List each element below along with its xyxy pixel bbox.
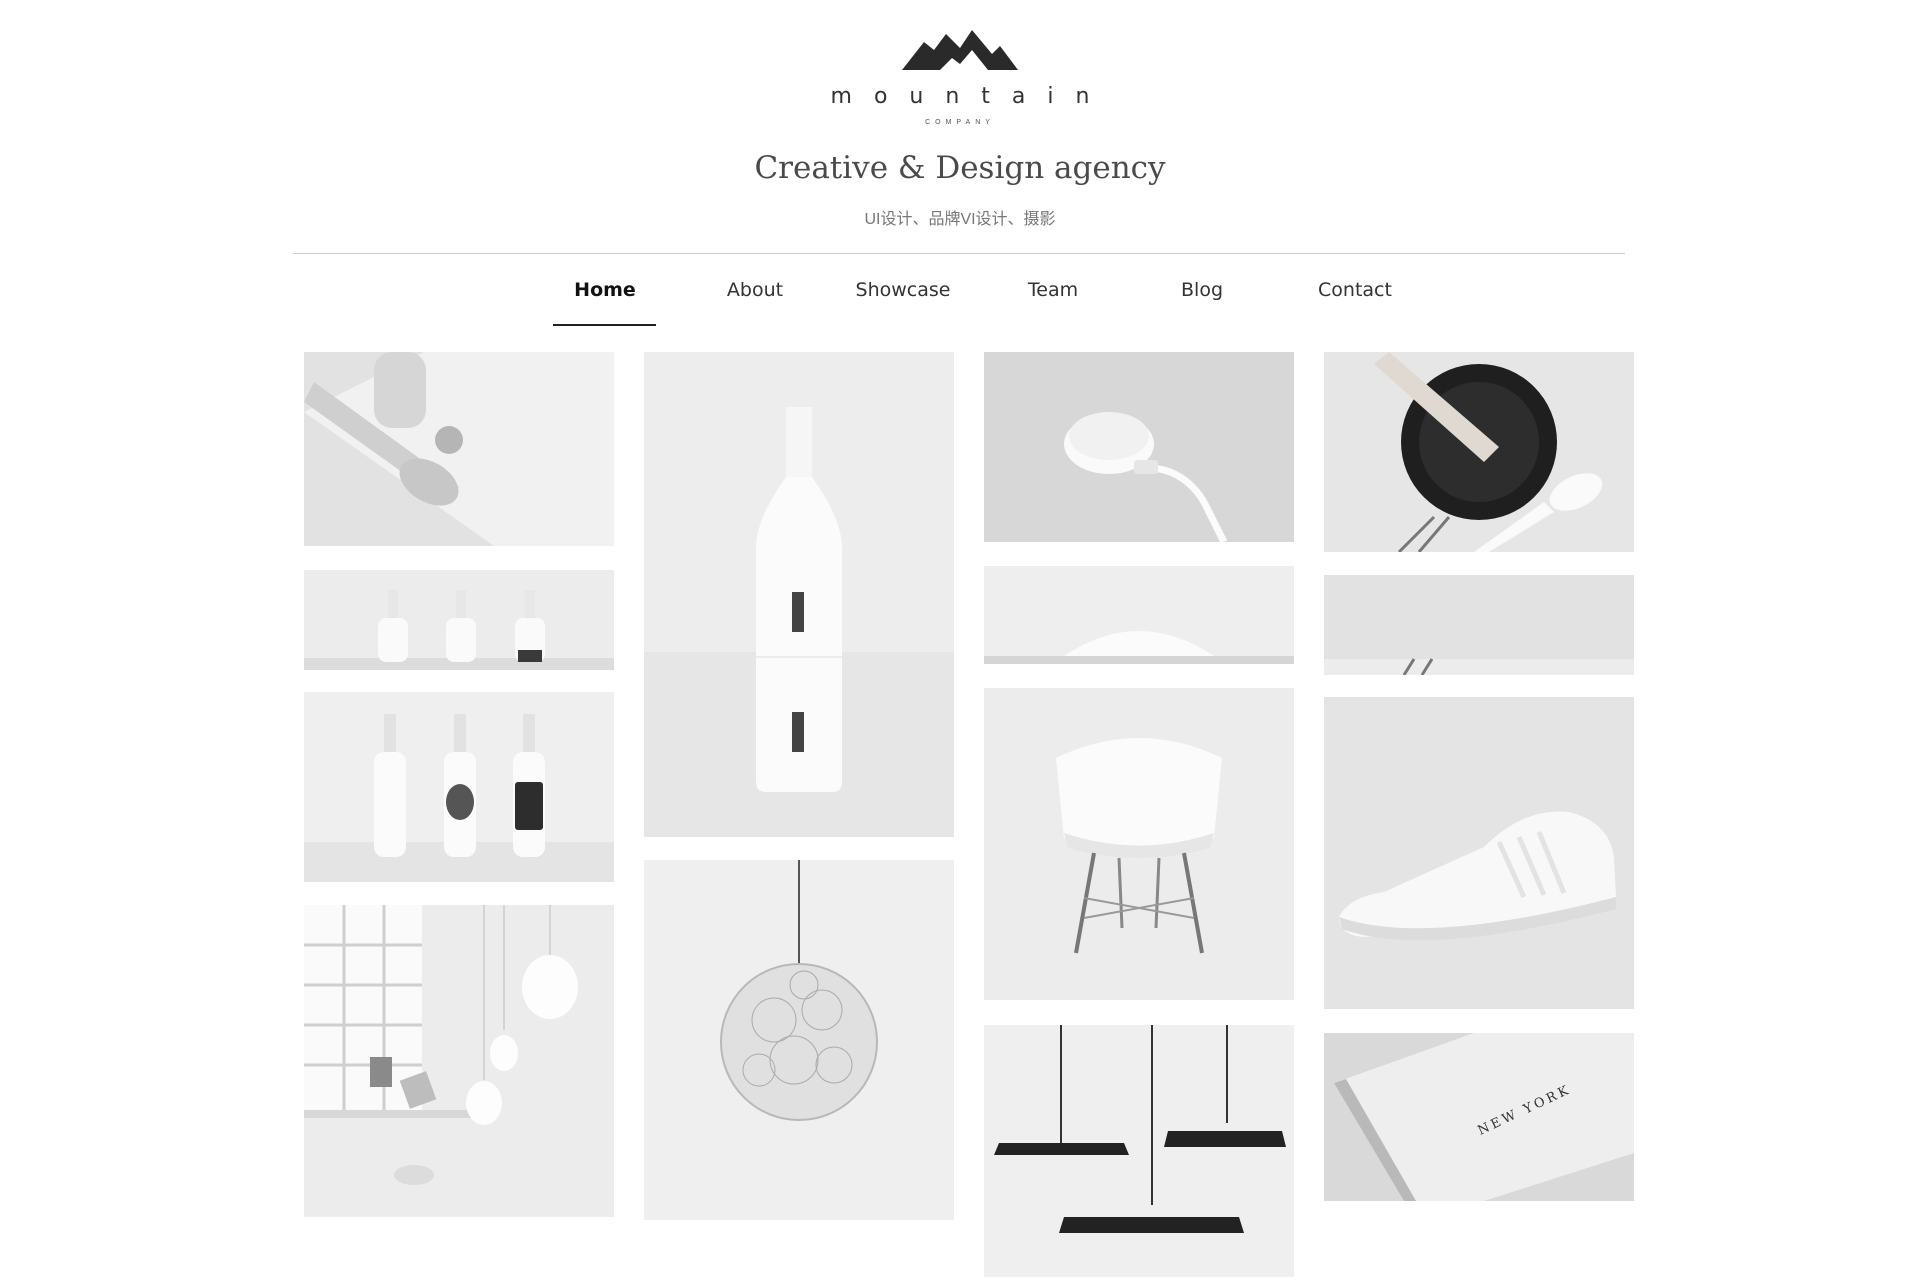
gallery-tile-pan-spoon[interactable] [1324,352,1634,552]
pendant-lamps-image [984,1025,1294,1277]
active-nav-indicator [553,324,656,326]
main-nav: Home About Showcase Team Blog Contact [0,270,1920,326]
gallery-tile-white-sneaker[interactable] [1324,697,1634,1009]
gallery-tile-spoons[interactable] [304,352,614,546]
brand-name[interactable]: mountain [0,84,1920,109]
page-title: Creative & Design agency [754,150,1166,186]
mountain-peaks-icon[interactable] [902,28,1018,72]
page-subtitle: UI设计、品牌VI设计、摄影 [864,211,1056,228]
gallery-tile-lamps-window[interactable] [304,905,614,1217]
pan-spoon-image [1324,352,1634,552]
bottle-label-upper [792,592,804,632]
chair-cropped-image [984,566,1294,664]
gallery-tile-crystal-pendant[interactable] [644,860,954,1220]
gallery-tile-three-bottles[interactable] [304,692,614,882]
header-divider [293,253,1625,254]
gallery-tile-pendant-lamps[interactable] [984,1025,1294,1277]
pan-cropped-image [1324,575,1634,675]
nav-home[interactable]: Home [560,270,650,326]
gallery-tile-pan-cropped[interactable] [1324,575,1634,675]
white-chair-image [984,688,1294,1000]
gallery-tile-notebook[interactable]: NEW YORK [1324,1033,1634,1201]
white-sneaker-image [1324,697,1634,1009]
nav-contact[interactable]: Contact [1300,270,1410,326]
bottle-label-lower [792,712,804,752]
crystal-pendant-image [644,860,954,1220]
charging-puck-image [984,352,1294,542]
gallery-tile-white-bottle[interactable] [644,352,954,837]
nav-team[interactable]: Team [1008,270,1098,326]
gallery-tile-charging-puck[interactable] [984,352,1294,542]
nav-showcase[interactable]: Showcase [848,270,958,326]
gallery-tile-chair-cropped[interactable] [984,566,1294,664]
spoons-image [304,352,614,546]
nav-blog[interactable]: Blog [1157,270,1247,326]
nav-about[interactable]: About [710,270,800,326]
three-bottles-image [304,692,614,882]
bottles-cropped-image [304,570,614,670]
gallery-tile-bottles-cropped[interactable] [304,570,614,670]
brand-sub: COMPANY [925,119,995,126]
lamps-window-image [304,905,614,1217]
gallery-tile-white-chair[interactable] [984,688,1294,1000]
notebook-image [1324,1033,1634,1201]
white-bottle-image [644,352,954,837]
